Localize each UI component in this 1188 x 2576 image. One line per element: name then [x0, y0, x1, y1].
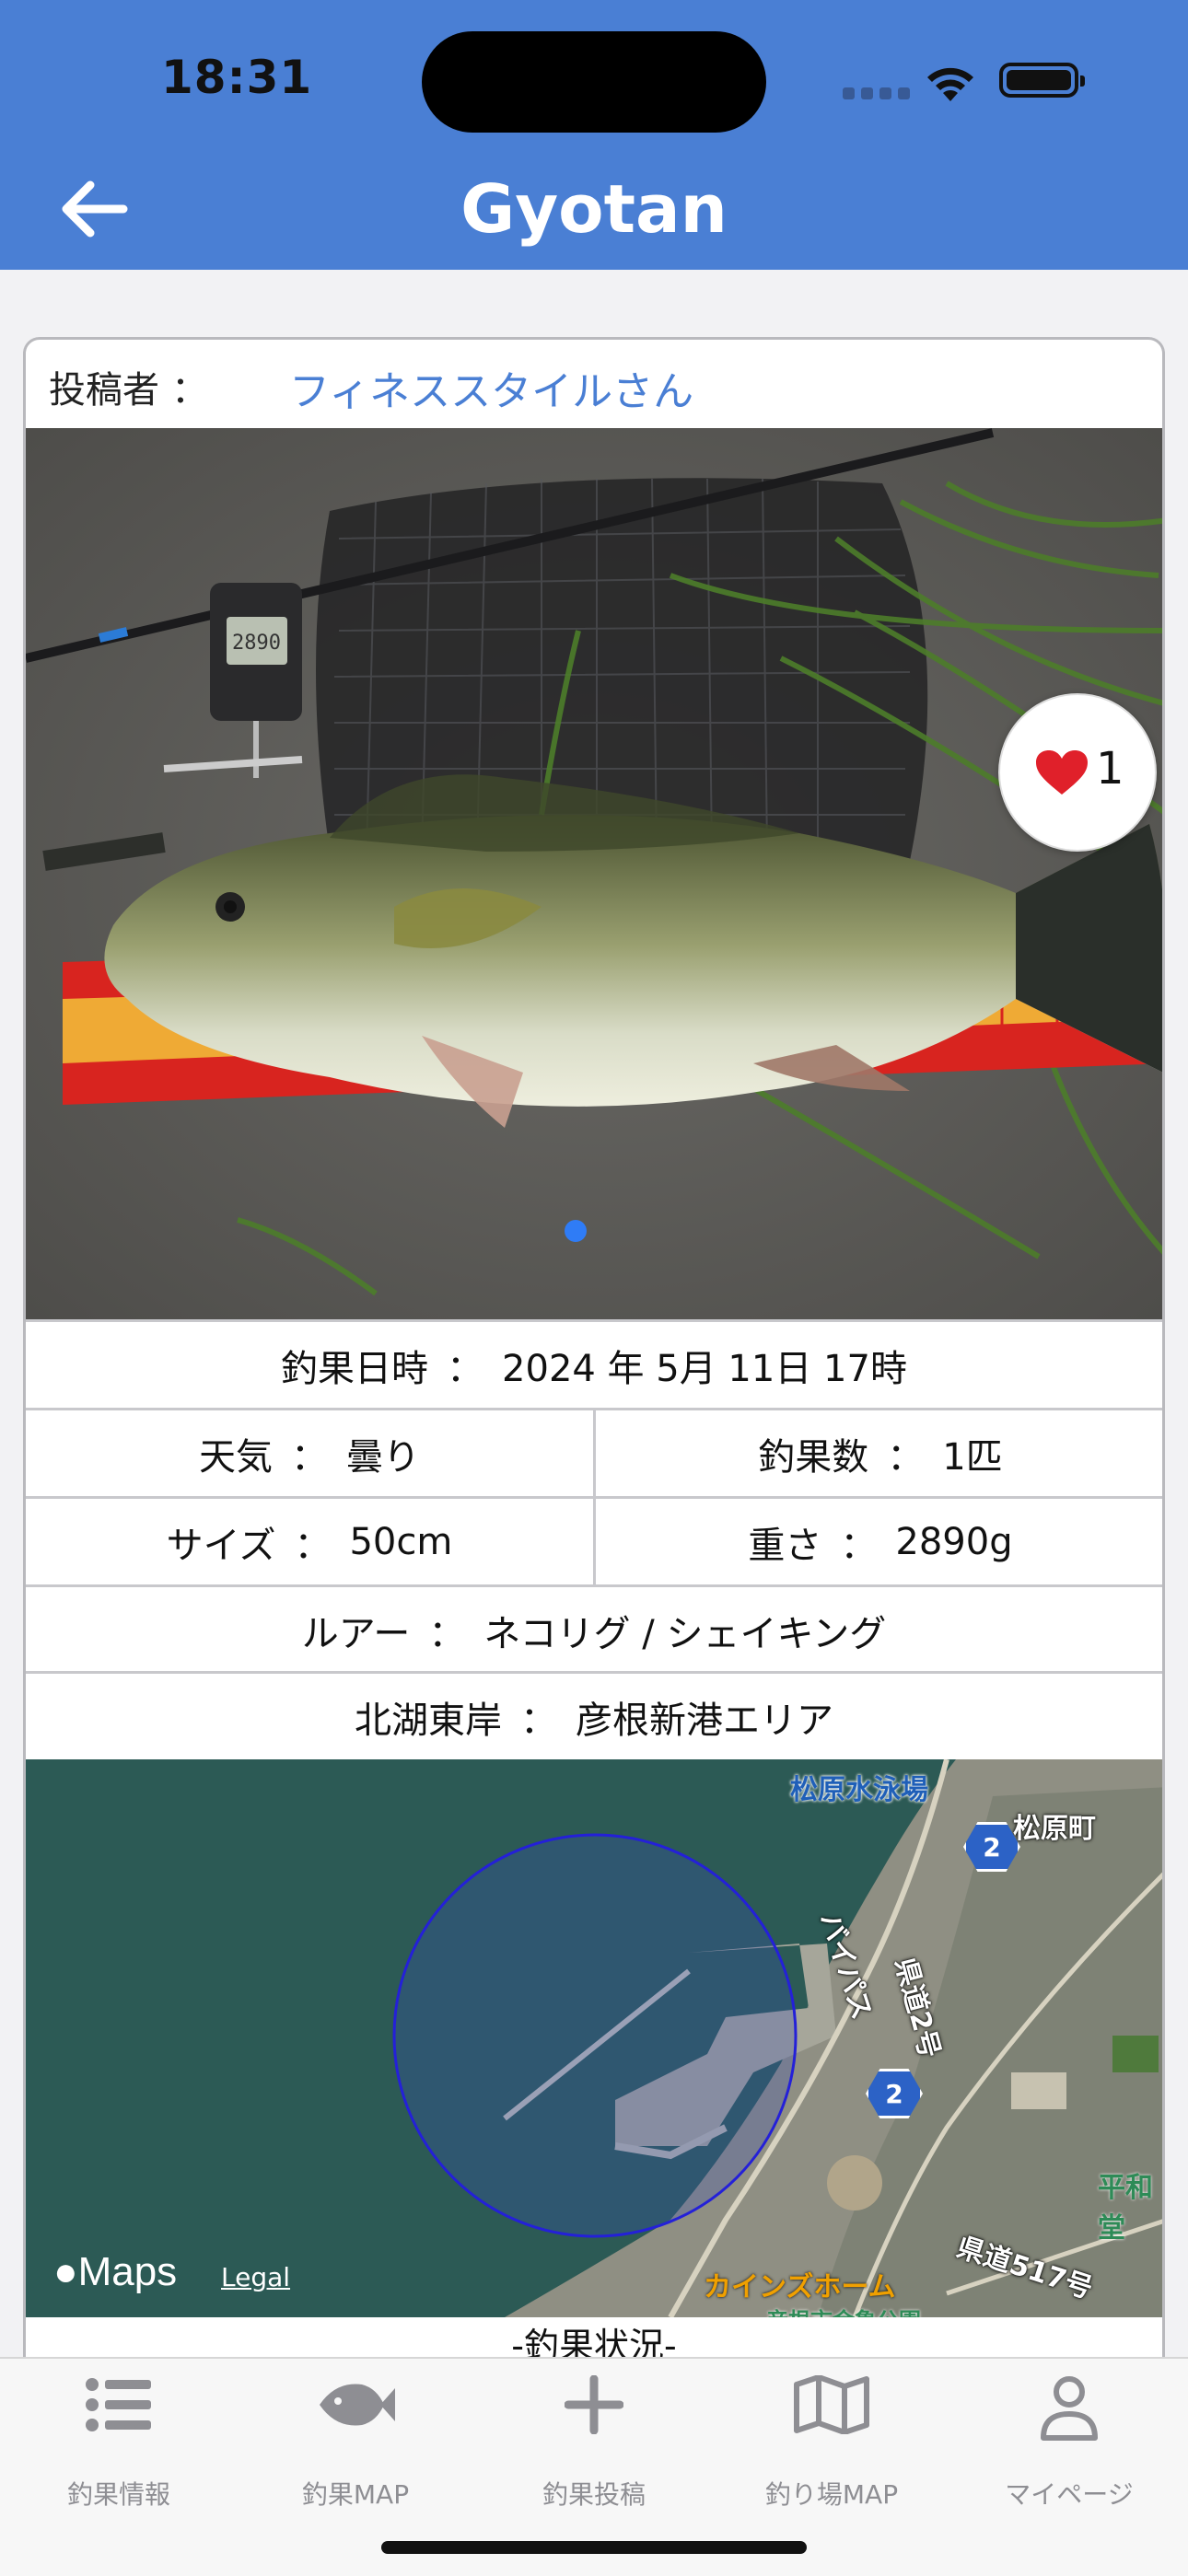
fish-icon [320, 2384, 395, 2426]
list-icon [86, 2378, 151, 2431]
like-button[interactable]: 1 [998, 693, 1157, 852]
dynamic-island [422, 31, 766, 133]
lure-row: ルアー ： ネコリグ / シェイキング [26, 1584, 1162, 1673]
poster-colon: ： [171, 369, 208, 412]
catch-detail-card: 投稿者 ： フィネススタイルさん 2890 1 釣果日時 ： 2024 年 5月… [23, 337, 1165, 2547]
maps-legal-link[interactable]: Legal [221, 2262, 290, 2292]
map-label-town: 松原町 [1013, 1813, 1096, 1845]
separator: ： [428, 1612, 466, 1655]
home-indicator [381, 2541, 807, 2554]
area-cell: 北湖東岸 ： 彦根新港エリア [26, 1674, 1162, 1759]
maps-brand-text: Maps [77, 2249, 178, 2294]
separator: ： [294, 1524, 332, 1567]
weather-cell: 天気 ： 曇り [26, 1410, 596, 1496]
page-title: Gyotan [460, 170, 728, 248]
separator: ： [447, 1347, 484, 1390]
weather-value: 曇り [346, 1435, 420, 1479]
tab-catch-map[interactable]: 釣果MAP [263, 2375, 448, 2513]
weight-cell: 重さ ： 2890g [596, 1499, 1162, 1584]
separator: ： [887, 1435, 925, 1479]
count-value: 1匹 [942, 1435, 1003, 1479]
battery-icon [999, 63, 1085, 98]
area-label: 北湖東岸 [355, 1699, 502, 1742]
like-count: 1 [1096, 743, 1124, 795]
wifi-icon [927, 67, 973, 101]
tab-my-page[interactable]: マイページ [977, 2375, 1161, 2513]
poster-label: 投稿者 [49, 369, 159, 412]
plus-icon [565, 2375, 623, 2434]
map-label-park: 彦根市金亀公園 [766, 2303, 921, 2317]
count-cell: 釣果数 ： 1匹 [596, 1410, 1162, 1496]
map-label-store: カインズホーム [704, 2271, 896, 2303]
size-weight-row: サイズ ： 50cm 重さ ： 2890g [26, 1496, 1162, 1584]
count-label: 釣果数 [758, 1435, 869, 1479]
map-label-beach: 松原水泳場 [790, 1774, 928, 1806]
map-icon [794, 2375, 869, 2434]
fish-photo-illustration: 2890 [26, 428, 1162, 1319]
weather-label: 天気 [199, 1435, 273, 1479]
catch-location-map[interactable]: 松原水泳場 松原町 2 2 県道2号 バイパス カインズホーム 平和堂 県道51… [26, 1759, 1162, 2317]
tab-label: 釣果投稿 [542, 2479, 646, 2510]
size-label: サイズ [166, 1524, 276, 1567]
separator: ： [520, 1699, 557, 1742]
weight-value: 2890g [895, 1520, 1013, 1563]
size-cell: サイズ ： 50cm [26, 1499, 596, 1584]
app-header: 18:31 Gyotan [0, 0, 1188, 270]
tab-catch-info[interactable]: 釣果情報 [27, 2375, 211, 2513]
poster-row: 投稿者 ： フィネススタイルさん [26, 340, 1162, 430]
status-time: 18:31 [161, 51, 313, 104]
tab-label: 釣果MAP [301, 2479, 410, 2510]
area-value: 彦根新港エリア [576, 1699, 833, 1742]
svg-text:2890: 2890 [232, 632, 281, 655]
person-icon [1041, 2376, 1098, 2441]
separator: ： [840, 1524, 878, 1567]
datetime-label: 釣果日時 [281, 1347, 429, 1390]
apple-logo-icon: ● [53, 2249, 78, 2294]
tab-post-catch[interactable]: 釣果投稿 [502, 2375, 686, 2513]
datetime-value: 2024 年 5月 11日 17時 [502, 1347, 907, 1390]
tab-label: マイページ [1005, 2479, 1134, 2510]
lure-value: ネコリグ / シェイキング [483, 1612, 887, 1655]
catch-datetime-row: 釣果日時 ： 2024 年 5月 11日 17時 [26, 1319, 1162, 1408]
separator: ： [291, 1435, 328, 1479]
area-row: 北湖東岸 ： 彦根新港エリア [26, 1671, 1162, 1759]
lure-cell: ルアー ： ネコリグ / シェイキング [26, 1587, 1162, 1673]
maps-logo: ●Maps [53, 2249, 177, 2295]
weight-label: 重さ [748, 1524, 822, 1567]
catch-photo[interactable]: 2890 [26, 428, 1162, 1319]
tab-label: 釣り場MAP [764, 2479, 899, 2510]
weather-count-row: 天気 ： 曇り 釣果数 ： 1匹 [26, 1408, 1162, 1496]
size-value: 50cm [349, 1520, 453, 1563]
catch-datetime: 釣果日時 ： 2024 年 5月 11日 17時 [26, 1322, 1162, 1408]
tab-label: 釣果情報 [66, 2479, 170, 2510]
poster-name-link[interactable]: フィネススタイルさん [289, 358, 693, 417]
map-label-heiwa: 平和堂 [1098, 2172, 1153, 2245]
lure-label: ルアー [301, 1612, 411, 1655]
tab-spot-map[interactable]: 釣り場MAP [740, 2375, 924, 2513]
heart-icon [1036, 750, 1088, 795]
